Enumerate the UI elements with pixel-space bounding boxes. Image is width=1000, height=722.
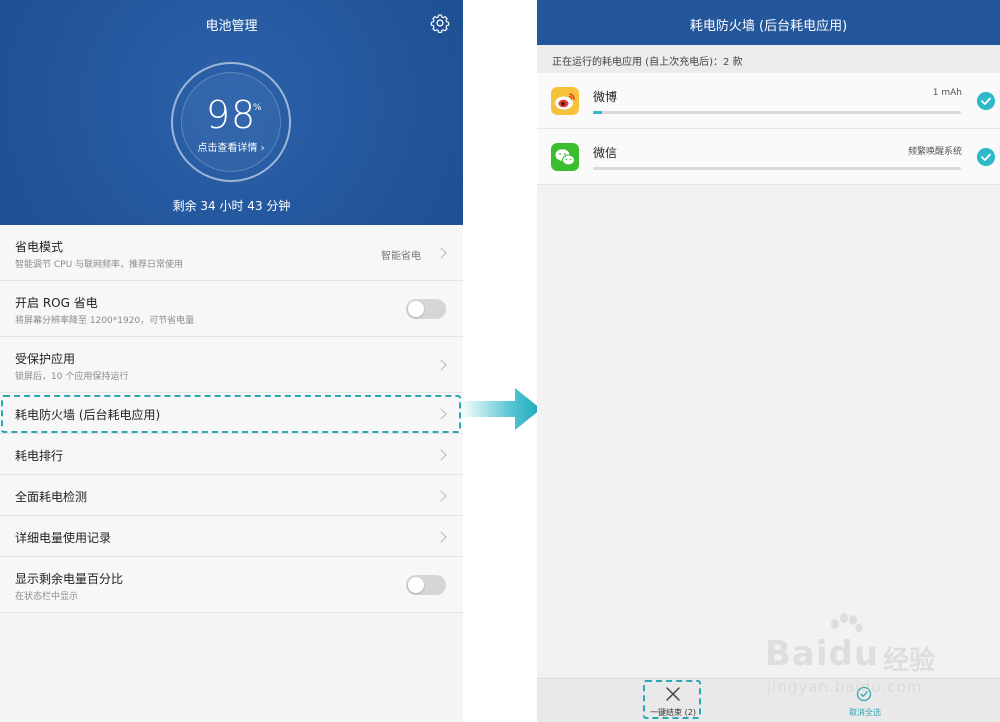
item-subtitle: 锁屏后，10 个应用保持运行 [15, 372, 129, 382]
usage-bar [593, 167, 961, 170]
power-firewall-item[interactable]: 耗电防火墙 (后台耗电应用) [0, 393, 463, 434]
close-icon [666, 687, 680, 701]
header-bar: 耗电防火墙 (后台耗电应用) [537, 0, 1000, 45]
check-icon[interactable] [977, 92, 995, 110]
protected-apps-item[interactable]: 受保护应用 锁屏后，10 个应用保持运行 [0, 337, 463, 393]
bottom-action-bar [537, 678, 1000, 722]
item-title: 省电模式 [15, 240, 64, 254]
chevron-right-icon [435, 531, 447, 543]
full-power-check-item[interactable]: 全面耗电检测 [0, 475, 463, 516]
item-subtitle: 在状态栏中显示 [15, 592, 79, 602]
end-all-button[interactable]: 一键结束 (2) [643, 681, 703, 719]
rog-toggle[interactable] [406, 299, 446, 319]
settings-list: 省电模式 智能调节 CPU 与联网频率，推荐日常使用 智能省电 开启 ROG 省… [0, 225, 463, 613]
item-subtitle: 智能调节 CPU 与联网频率，推荐日常使用 [15, 260, 184, 270]
app-name: 微信 [593, 146, 618, 160]
item-subtitle: 将屏幕分辨率降至 1200*1920，可节省电量 [15, 316, 195, 326]
check-circle-icon [856, 686, 872, 702]
battery-hero: 电池管理 98 % 点击查看详情 › 剩余 34 小时 43 分钟 [0, 0, 463, 225]
percentage-toggle[interactable] [406, 575, 446, 595]
app-usage-value: 1 mAh [932, 88, 962, 98]
app-usage-value: 频繁唤醒系统 [907, 147, 962, 157]
item-title: 开启 ROG 省电 [15, 296, 98, 310]
usage-bar [593, 111, 961, 114]
chevron-right-icon [435, 408, 447, 420]
battery-manager-screen: 电池管理 98 % 点击查看详情 › 剩余 34 小时 43 分钟 省电模式 智… [0, 0, 463, 722]
power-firewall-screen: 耗电防火墙 (后台耗电应用) 正在运行的耗电应用 (自上次充电后)：2 款 微博… [537, 0, 1000, 722]
cancel-select-all-button[interactable]: 取消全选 [835, 681, 895, 719]
item-title: 耗电排行 [15, 449, 64, 463]
item-title: 受保护应用 [15, 352, 76, 366]
check-icon[interactable] [977, 148, 995, 166]
app-row-wechat[interactable]: 微信 频繁唤醒系统 [537, 129, 1000, 185]
chevron-right-icon [435, 490, 447, 502]
remaining-time: 剩余 34 小时 43 分钟 [172, 199, 291, 213]
power-saving-mode-item[interactable]: 省电模式 智能调节 CPU 与联网频率，推荐日常使用 智能省电 [0, 225, 463, 281]
page-title: 耗电防火墙 (后台耗电应用) [689, 19, 848, 34]
app-name: 微博 [593, 90, 618, 104]
summary-text: 正在运行的耗电应用 (自上次充电后)：2 款 [552, 57, 743, 68]
weibo-icon [551, 87, 579, 115]
chevron-right-icon [435, 247, 447, 259]
rog-power-saving-item[interactable]: 开启 ROG 省电 将屏幕分辨率降至 1200*1920，可节省电量 [0, 281, 463, 337]
wechat-icon [551, 143, 579, 171]
app-list: 微博 1 mAh 微信 频繁唤醒系统 [537, 73, 1000, 185]
app-row-weibo[interactable]: 微博 1 mAh [537, 73, 1000, 129]
item-title: 显示剩余电量百分比 [15, 572, 124, 586]
gear-icon[interactable] [430, 13, 450, 33]
usage-bar-fill [593, 111, 603, 114]
item-value: 智能省电 [381, 251, 421, 262]
usage-history-item[interactable]: 详细电量使用记录 [0, 516, 463, 557]
end-all-label: 一键结束 (2) [650, 708, 696, 717]
battery-percent: 98 [205, 93, 257, 137]
summary-bar: 正在运行的耗电应用 (自上次充电后)：2 款 [537, 45, 1000, 73]
page-title: 电池管理 [205, 19, 258, 34]
chevron-right-icon [435, 449, 447, 461]
item-title: 耗电防火墙 (后台耗电应用) [15, 408, 161, 422]
cancel-select-label: 取消全选 [849, 708, 881, 717]
chevron-right-icon [435, 359, 447, 371]
view-details-link[interactable]: 点击查看详情 › [171, 139, 291, 154]
item-title: 全面耗电检测 [15, 490, 88, 504]
arrow-right-icon [463, 388, 541, 430]
item-title: 详细电量使用记录 [15, 531, 112, 545]
show-percentage-item[interactable]: 显示剩余电量百分比 在状态栏中显示 [0, 557, 463, 613]
power-ranking-item[interactable]: 耗电排行 [0, 434, 463, 475]
percent-sign: % [253, 103, 262, 113]
